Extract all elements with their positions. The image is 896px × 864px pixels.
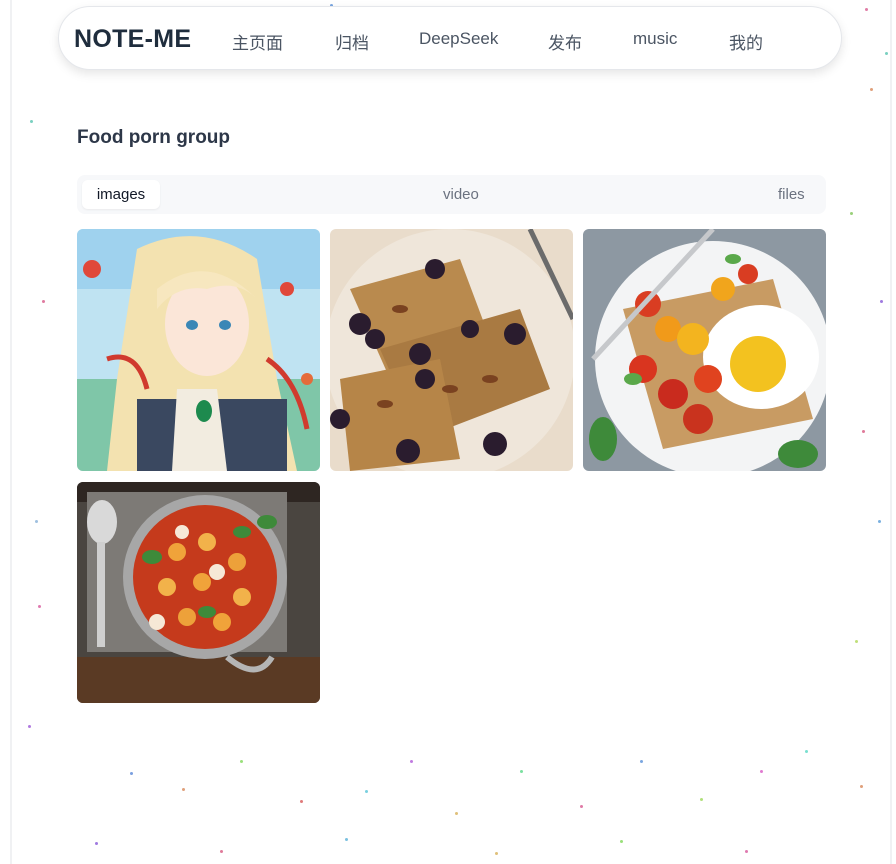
egg-toast-image[interactable]: [583, 229, 826, 471]
page-edge-left: [10, 0, 12, 864]
anime-girl-image[interactable]: [77, 229, 320, 471]
nav-link-publish[interactable]: 发布: [548, 29, 582, 54]
tab-images[interactable]: images: [82, 180, 160, 209]
section-title: Food porn group: [77, 127, 231, 148]
media-tabs: images video files: [77, 175, 826, 214]
nav-link-deepseek[interactable]: DeepSeek: [419, 29, 498, 49]
nav-link-home[interactable]: 主页面: [232, 29, 283, 54]
tab-video[interactable]: video: [443, 180, 479, 209]
brand-logo[interactable]: NOTE-ME: [74, 25, 191, 54]
gnocchi-pan-image[interactable]: [77, 482, 320, 703]
tab-files[interactable]: files: [778, 180, 805, 209]
page-edge-right: [890, 0, 892, 864]
french-toast-image[interactable]: [330, 229, 573, 471]
top-navbar: NOTE-ME 主页面 归档 DeepSeek 发布 music 我的: [58, 6, 842, 70]
nav-link-archive[interactable]: 归档: [335, 29, 369, 54]
nav-link-music[interactable]: music: [633, 29, 677, 49]
nav-link-mine[interactable]: 我的: [729, 29, 763, 54]
